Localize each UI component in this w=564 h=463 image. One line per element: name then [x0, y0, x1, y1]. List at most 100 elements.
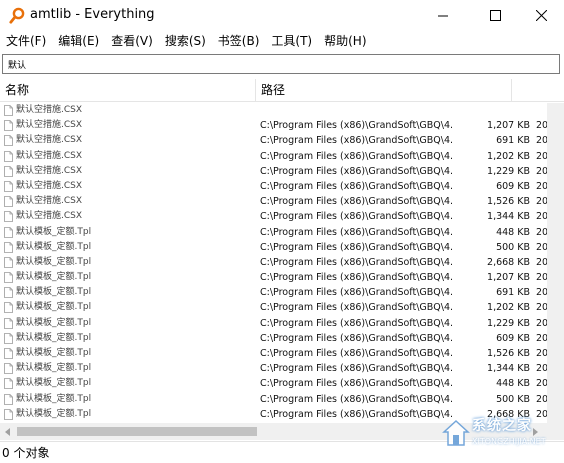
column-header-size[interactable] [512, 79, 564, 101]
result-size: 1,344 KB [487, 211, 530, 223]
result-row[interactable]: 默认模板_定额.Tpl C:\Program Files (x86)\GrandS… [0, 392, 564, 407]
file-icon [4, 317, 13, 329]
file-icon [4, 408, 13, 420]
file-icon [4, 196, 13, 208]
result-path: C:\Program Files (x86)\GrandSoft\GBQ\4..… [260, 211, 454, 223]
file-icon [4, 302, 13, 314]
result-name: 默认模板_定额.Tpl [16, 348, 92, 358]
result-name: 默认模板_定额.Tpl [16, 408, 92, 419]
result-row[interactable]: 默认模板_定额.Tpl C:\Program Files (x86)\GrandS… [0, 255, 564, 270]
result-row[interactable]: 默认空措施.CSX C:\Program Files (x86)\GrandSof… [0, 179, 564, 194]
file-icon [4, 256, 13, 268]
result-name: 默认模板_定额.Tpl [16, 302, 92, 313]
result-size: 1,526 KB [487, 348, 530, 359]
result-row[interactable]: 默认模板_定额.Tpl C:\Program Files (x86)\GrandS… [0, 225, 564, 240]
result-path: C:\Program Files (x86)\GrandSoft\GBQ\4..… [260, 272, 454, 284]
result-row[interactable]: 默认模板_定额.Tpl C:\Program Files (x86)\GrandS… [0, 361, 564, 376]
status-text: 0 个对象 [2, 446, 50, 460]
result-path: C:\Program Files (x86)\GrandSoft\GBQ\4..… [260, 317, 454, 329]
result-row[interactable]: 默认模板_定额.Tpl C:\Program Files (x86)\GrandS… [0, 376, 564, 391]
result-path: C:\Program Files (x86)\GrandSoft\GBQ\4..… [260, 332, 454, 344]
result-size: 1,526 KB [487, 196, 530, 208]
menu-help[interactable]: 帮助(H) [317, 31, 371, 51]
file-icon [4, 348, 13, 359]
result-row[interactable]: 默认空措施.CSX C:\Program Files (x86)\GrandSof… [0, 118, 564, 133]
result-row[interactable]: 默认空措施.CSX C:\Program Files (x86)\GrandSof… [0, 133, 564, 148]
watermark-text: 系统之家 [472, 418, 532, 434]
menu-view[interactable]: 查看(V) [104, 31, 158, 51]
result-row[interactable]: 默认空措施.CSX C:\Program Files (x86)\GrandSof… [0, 209, 564, 224]
result-name: 默认模板_定额.Tpl [16, 332, 92, 343]
result-path: C:\Program Files (x86)\GrandSoft\GBQ\4..… [260, 120, 454, 132]
watermark-logo: 系统之家 XITONGZHIJIA.NET [442, 415, 562, 459]
search-input[interactable] [2, 54, 560, 74]
result-path: C:\Program Files (x86)\GrandSoft\GBQ\4..… [260, 150, 454, 162]
menu-bookmarks[interactable]: 书签(B) [211, 31, 265, 51]
vertical-scrollbar[interactable] [547, 103, 564, 423]
file-icon [4, 135, 13, 147]
maximize-button[interactable] [472, 0, 518, 31]
result-name: 默认模板_定额.Tpl [16, 226, 92, 237]
results-list: 默认空措施.CSX 默认空措施.CSX C:\Program Files (x86)… [0, 103, 564, 423]
result-size: 1,207 KB [487, 120, 530, 132]
result-row[interactable]: 默认模板_定额.Tpl C:\Program Files (x86)\GrandS… [0, 331, 564, 346]
result-size: 1,202 KB [487, 302, 530, 314]
result-size: 1,344 KB [487, 363, 530, 375]
file-icon [4, 226, 13, 238]
search-magnifier-icon [9, 7, 25, 24]
result-size: 609 KB [496, 332, 530, 344]
horizontal-scroll-thumb[interactable] [17, 427, 257, 436]
result-row[interactable]: 默认模板_定额.Tpl C:\Program Files (x86)\GrandS… [0, 346, 564, 361]
menu-tools[interactable]: 工具(T) [264, 31, 317, 51]
watermark-house-icon [442, 419, 470, 446]
result-row[interactable]: 默认空措施.CSX C:\Program Files (x86)\GrandSof… [0, 149, 564, 164]
file-icon [4, 105, 13, 116]
column-header-name[interactable]: 名称 [0, 79, 256, 101]
result-name: 默认空措施.CSX [16, 196, 83, 207]
file-icon [4, 332, 13, 344]
close-button[interactable] [518, 0, 564, 31]
result-path: C:\Program Files (x86)\GrandSoft\GBQ\4..… [260, 165, 454, 177]
column-header-path[interactable]: 路径 [256, 79, 512, 101]
result-row[interactable]: 默认模板_定额.Tpl C:\Program Files (x86)\GrandS… [0, 270, 564, 285]
file-icon [4, 241, 13, 253]
file-icon [4, 165, 13, 177]
result-path: C:\Program Files (x86)\GrandSoft\GBQ\4..… [260, 287, 454, 299]
result-size: 691 KB [496, 287, 530, 299]
result-size: 609 KB [496, 180, 530, 192]
scroll-left-icon[interactable] [5, 428, 11, 436]
minimize-button[interactable] [420, 0, 466, 31]
file-icon [4, 363, 13, 375]
result-size: 448 KB [496, 378, 530, 390]
result-size: 1,207 KB [487, 272, 530, 284]
menu-edit[interactable]: 编辑(E) [51, 31, 104, 51]
window-title: amtlib - Everything [30, 7, 155, 22]
menu-file[interactable]: 文件(F) [0, 31, 51, 51]
result-row[interactable]: 默认模板_定额.Tpl C:\Program Files (x86)\GrandS… [0, 316, 564, 331]
result-name: 默认空措施.CSX [16, 150, 83, 161]
result-row[interactable]: 默认模板_定额.Tpl C:\Program Files (x86)\GrandS… [0, 240, 564, 255]
file-icon [4, 150, 13, 162]
result-size: 2,668 KB [487, 256, 530, 268]
result-path: C:\Program Files (x86)\GrandSoft\GBQ\4..… [260, 196, 454, 208]
result-path: C:\Program Files (x86)\GrandSoft\GBQ\4..… [260, 135, 454, 147]
result-row[interactable]: 默认模板_定额.Tpl C:\Program Files (x86)\GrandS… [0, 300, 564, 315]
file-icon [4, 378, 13, 390]
file-icon [4, 272, 13, 283]
minimize-icon [438, 15, 448, 16]
result-name: 默认模板_定额.Tpl [16, 378, 92, 389]
result-name: 默认模板_定额.Tpl [16, 256, 92, 267]
result-path: C:\Program Files (x86)\GrandSoft\GBQ\4..… [260, 302, 454, 314]
file-icon [4, 393, 13, 405]
result-name: 默认模板_定额.Tpl [16, 287, 92, 298]
result-row[interactable]: 默认空措施.CSX C:\Program Files (x86)\GrandSof… [0, 194, 564, 209]
title-bar: amtlib - Everything [0, 0, 564, 31]
result-row[interactable]: 默认空措施.CSX C:\Program Files (x86)\GrandSof… [0, 164, 564, 179]
menu-search[interactable]: 搜索(S) [158, 31, 211, 51]
result-row[interactable]: 默认模板_定额.Tpl C:\Program Files (x86)\GrandS… [0, 285, 564, 300]
result-row[interactable]: 默认空措施.CSX [0, 103, 564, 118]
results-header: 名称 路径 [0, 79, 564, 102]
file-icon [4, 120, 13, 132]
maximize-icon [489, 10, 501, 21]
file-icon [4, 211, 13, 223]
